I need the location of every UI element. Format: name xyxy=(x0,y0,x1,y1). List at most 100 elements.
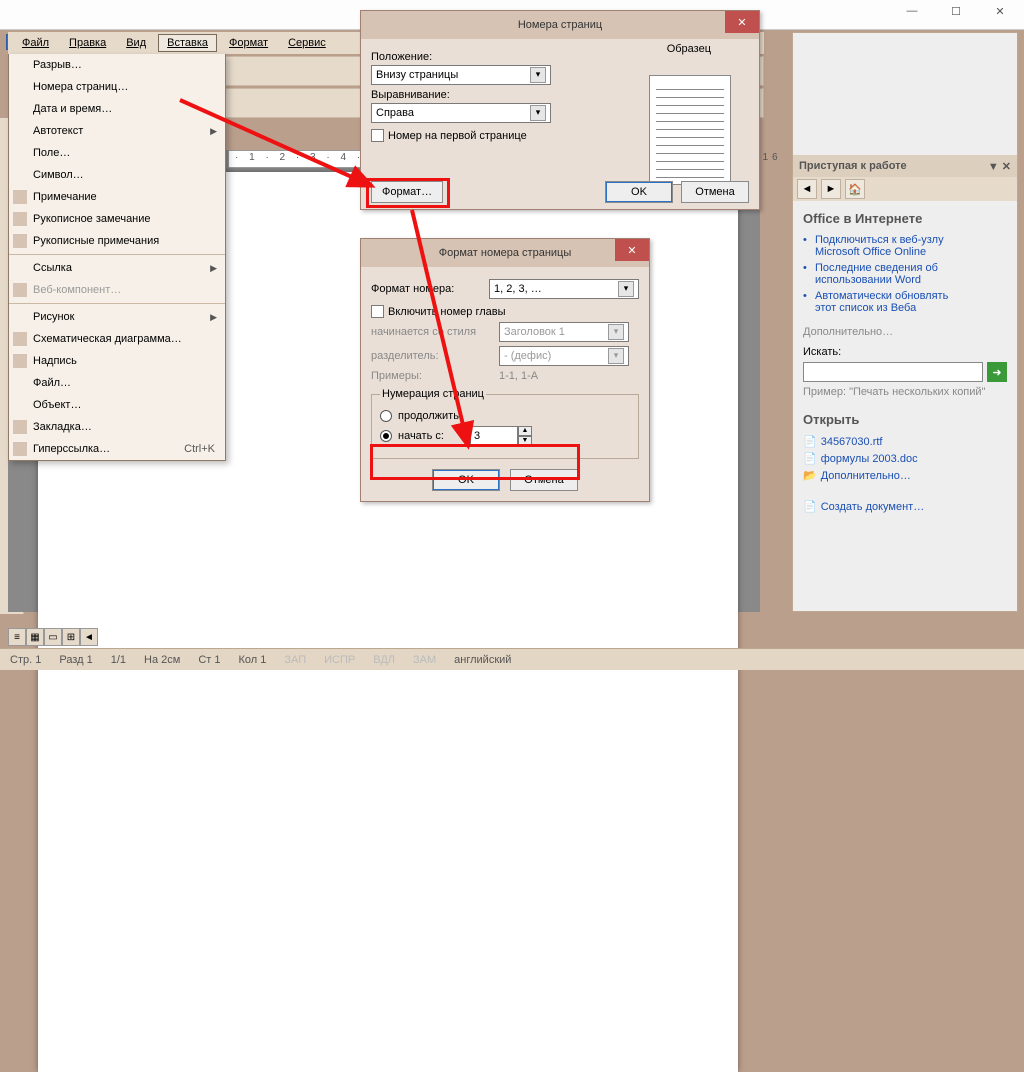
menu-item-object[interactable]: Объект… xyxy=(9,394,225,416)
spin-down[interactable]: ▼ xyxy=(518,436,532,446)
menu-item-bookmark[interactable]: Закладка… xyxy=(9,416,225,438)
select-alignment[interactable]: Справа▾ xyxy=(371,103,551,123)
dialog-page-numbers-title: Номера страниц ✕ xyxy=(361,11,759,39)
label-search: Искать: xyxy=(803,346,1007,358)
label-preview: Образец xyxy=(667,43,711,55)
button-pn-cancel[interactable]: Отмена xyxy=(681,181,749,203)
menu-item-reference[interactable]: Ссылка▶ xyxy=(9,257,225,279)
link-latest-news[interactable]: Последние сведения обиспользовании Word xyxy=(803,260,1007,288)
section-office-online: Office в Интернете xyxy=(803,211,1007,226)
menu-insert[interactable]: Вставка xyxy=(158,34,217,52)
menu-item-file[interactable]: Файл… xyxy=(9,372,225,394)
button-fmt-cancel[interactable]: Отмена xyxy=(510,469,578,491)
link-connect-office[interactable]: Подключиться к веб-узлуMicrosoft Office … xyxy=(803,232,1007,260)
status-ovr: ЗАМ xyxy=(413,654,436,666)
view-reading[interactable]: ◄ xyxy=(80,628,98,646)
spin-up[interactable]: ▲ xyxy=(518,426,532,436)
taskpane-close-icon[interactable]: ✕ xyxy=(1002,161,1011,173)
menu-item-datetime[interactable]: Дата и время… xyxy=(9,98,225,120)
section-open: Открыть xyxy=(803,412,1007,427)
status-at: На 2см xyxy=(144,654,180,666)
view-outline[interactable]: ⊞ xyxy=(62,628,80,646)
label-separator: разделитель: xyxy=(371,350,491,362)
menu-item-textbox[interactable]: Надпись xyxy=(9,350,225,372)
status-rec: ЗАП xyxy=(284,654,306,666)
status-trk: ИСПР xyxy=(324,654,355,666)
status-ext: ВДЛ xyxy=(373,654,395,666)
legend-numbering: Нумерация страниц xyxy=(380,388,486,400)
open-more[interactable]: 📂Дополнительно… xyxy=(803,467,1007,484)
link-auto-update[interactable]: Автоматически обновлятьэтот список из Ве… xyxy=(803,288,1007,316)
view-web[interactable]: ▦ xyxy=(26,628,44,646)
radio-start-at[interactable]: начать с: ▲▼ xyxy=(380,426,630,446)
view-buttons: ≡ ▦ ▭ ⊞ ◄ xyxy=(8,628,98,646)
status-col: Кол 1 xyxy=(238,654,266,666)
dialog-number-format: Формат номера страницы ✕ Формат номера: … xyxy=(360,238,650,502)
task-pane: Приступая к работе ▼ ✕ ◄ ► 🏠 Office в Ин… xyxy=(792,32,1018,612)
create-new-doc[interactable]: 📄Создать документ… xyxy=(803,498,1007,515)
value-examples: 1-1, 1-A xyxy=(499,370,538,382)
button-pn-ok[interactable]: OK xyxy=(605,181,673,203)
status-lang[interactable]: английский xyxy=(454,654,511,666)
menu-item-comment[interactable]: Примечание xyxy=(9,186,225,208)
menu-edit[interactable]: Правка xyxy=(61,35,114,51)
label-numfmt: Формат номера: xyxy=(371,283,481,295)
taskpane-nav: ◄ ► 🏠 xyxy=(793,177,1017,201)
select-number-format[interactable]: 1, 2, 3, …▾ xyxy=(489,279,639,299)
input-start-value[interactable] xyxy=(470,426,518,446)
menu-item-ink-notes[interactable]: Рукописные примечания xyxy=(9,230,225,252)
button-format[interactable]: Формат… xyxy=(371,181,443,203)
select-heading-style: Заголовок 1▾ xyxy=(499,322,629,342)
button-fmt-ok[interactable]: OK xyxy=(432,469,500,491)
menu-file[interactable]: Файл xyxy=(14,35,57,51)
select-position[interactable]: Внизу страницы▾ xyxy=(371,65,551,85)
preview-thumbnail xyxy=(649,75,731,185)
taskpane-header: Приступая к работе ▼ ✕ xyxy=(793,155,1017,177)
menu-item-page-numbers[interactable]: Номера страниц… xyxy=(9,76,225,98)
taskpane-menu-icon[interactable]: ▼ xyxy=(988,161,999,173)
nav-back-icon[interactable]: ◄ xyxy=(797,179,817,199)
link-more[interactable]: Дополнительно… xyxy=(803,324,1007,340)
status-pagecount: 1/1 xyxy=(111,654,126,666)
menu-item-web-component: Веб-компонент… xyxy=(9,279,225,301)
nav-home-icon[interactable]: 🏠 xyxy=(845,179,865,199)
menu-format[interactable]: Формат xyxy=(221,35,276,51)
dialog-page-numbers: Номера страниц ✕ Положение: Внизу страни… xyxy=(360,10,760,210)
status-line: Ст 1 xyxy=(198,654,220,666)
search-example: Пример: "Печать нескольких копий" xyxy=(803,386,1007,398)
os-minimize-button[interactable]: — xyxy=(890,0,934,22)
radio-continue[interactable]: продолжить xyxy=(380,410,630,422)
menu-item-field[interactable]: Поле… xyxy=(9,142,225,164)
status-section: Разд 1 xyxy=(59,654,92,666)
menu-view[interactable]: Вид xyxy=(118,35,154,51)
menu-item-diagram[interactable]: Схематическая диаграмма… xyxy=(9,328,225,350)
checkbox-include-chapter[interactable]: Включить номер главы xyxy=(371,305,639,318)
menu-item-break[interactable]: Разрыв… xyxy=(9,54,225,76)
view-print[interactable]: ▭ xyxy=(44,628,62,646)
menu-item-ink-comment[interactable]: Рукописное замечание xyxy=(9,208,225,230)
menu-service[interactable]: Сервис xyxy=(280,35,334,51)
status-page: Стр. 1 xyxy=(10,654,41,666)
dialog-number-format-title: Формат номера страницы ✕ xyxy=(361,239,649,267)
insert-menu-dropdown: Разрыв… Номера страниц… Дата и время… Ав… xyxy=(8,54,226,461)
select-separator: - (дефис)▾ xyxy=(499,346,629,366)
nav-fwd-icon[interactable]: ► xyxy=(821,179,841,199)
label-examples: Примеры: xyxy=(371,370,491,382)
menu-item-hyperlink[interactable]: Гиперссылка…Ctrl+K xyxy=(9,438,225,460)
menu-item-autotext[interactable]: Автотекст▶ xyxy=(9,120,225,142)
view-normal[interactable]: ≡ xyxy=(8,628,26,646)
label-starts-style: начинается со стиля xyxy=(371,326,491,338)
status-bar: Стр. 1 Разд 1 1/1 На 2см Ст 1 Кол 1 ЗАП … xyxy=(0,648,1024,670)
spinner-start-at[interactable]: ▲▼ xyxy=(470,426,532,446)
os-close-button[interactable]: ✕ xyxy=(978,0,1022,22)
recent-file-1[interactable]: 📄34567030.rtf xyxy=(803,433,1007,450)
menu-item-symbol[interactable]: Символ… xyxy=(9,164,225,186)
dialog-number-format-close[interactable]: ✕ xyxy=(615,239,649,261)
search-go-button[interactable]: ➜ xyxy=(987,362,1007,382)
os-maximize-button[interactable]: ☐ xyxy=(934,0,978,22)
group-numbering: Нумерация страниц продолжить начать с: ▲… xyxy=(371,388,639,459)
dialog-page-numbers-close[interactable]: ✕ xyxy=(725,11,759,33)
menu-item-picture[interactable]: Рисунок▶ xyxy=(9,306,225,328)
recent-file-2[interactable]: 📄формулы 2003.doc xyxy=(803,450,1007,467)
taskpane-search-input[interactable] xyxy=(803,362,983,382)
